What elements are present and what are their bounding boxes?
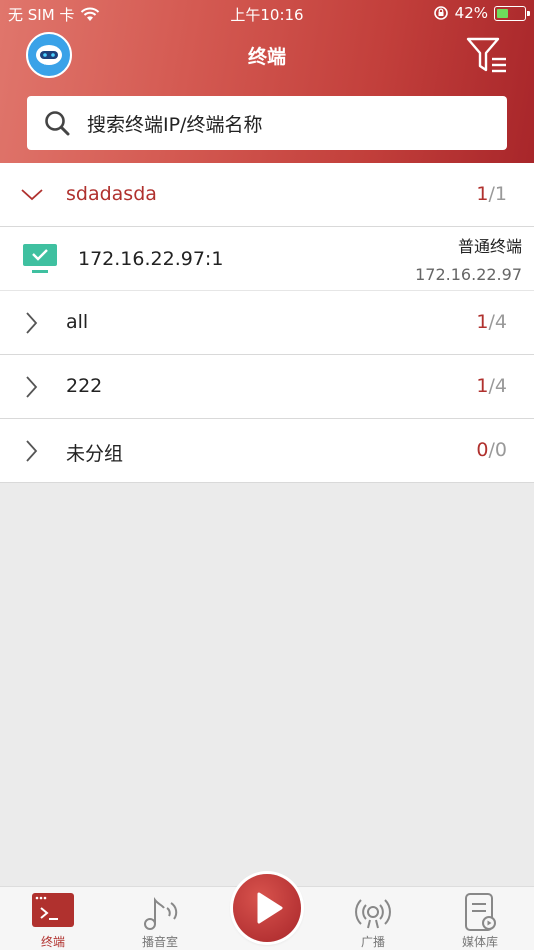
status-bar: 无 SIM 卡 上午10:16 42% (0, 0, 534, 28)
tab-studio[interactable]: 播音室 (107, 887, 213, 950)
chevron-right-icon (26, 376, 38, 398)
broadcast-icon (355, 899, 391, 929)
navigation-bar: 终端 (0, 28, 534, 82)
chevron-down-icon (21, 189, 43, 201)
chevron-right-icon (26, 440, 38, 462)
group-total-count: /4 (488, 375, 508, 397)
group-name: sdadasda (66, 183, 157, 205)
group-row-all[interactable]: all 1/4 (0, 291, 534, 355)
media-library-icon (465, 893, 496, 931)
filter-icon[interactable] (466, 36, 508, 74)
tab-label: 广播 (360, 935, 385, 949)
group-count: 1/4 (476, 375, 507, 397)
device-type: 普通终端 (457, 237, 522, 256)
tab-media-library[interactable]: 媒体库 (427, 887, 533, 950)
orientation-lock-icon (433, 6, 448, 20)
battery-icon (494, 5, 530, 21)
tab-label: 终端 (40, 935, 65, 949)
group-name: all (66, 311, 89, 333)
group-row-sdadasda[interactable]: sdadasda 1/1 (0, 163, 534, 227)
group-online-count: 1 (476, 375, 489, 397)
group-name: 222 (66, 375, 103, 397)
group-online-count: 1 (476, 311, 489, 333)
tab-label: 播音室 (141, 935, 178, 949)
monitor-icon (23, 244, 57, 273)
group-count: 1/1 (476, 183, 507, 205)
group-online-count: 1 (476, 183, 489, 205)
group-name: 未分组 (66, 443, 124, 465)
tab-label: 媒体库 (461, 935, 498, 949)
chevron-right-icon (26, 312, 38, 334)
header-background: 无 SIM 卡 上午10:16 42% 终端 搜索终端IP/终端名称 (0, 0, 534, 163)
tab-broadcast[interactable]: 广播 (320, 887, 426, 950)
group-count: 0/0 (476, 439, 507, 461)
terminal-group-list: sdadasda 1/1 172.16.22.97:1 普通终端 172.16.… (0, 163, 534, 483)
device-name: 172.16.22.97:1 (78, 248, 224, 270)
music-note-icon (144, 897, 178, 930)
group-total-count: /1 (488, 183, 508, 205)
device-row[interactable]: 172.16.22.97:1 普通终端 172.16.22.97 (0, 227, 534, 291)
play-icon (257, 892, 283, 924)
tab-terminal[interactable]: 终端 (0, 887, 106, 950)
search-bar[interactable]: 搜索终端IP/终端名称 (27, 96, 507, 150)
group-count: 1/4 (476, 311, 507, 333)
search-input[interactable]: 搜索终端IP/终端名称 (87, 110, 262, 137)
device-ip: 172.16.22.97 (415, 265, 522, 284)
battery-percent: 42% (454, 4, 488, 22)
group-row-222[interactable]: 222 1/4 (0, 355, 534, 419)
play-button[interactable] (233, 874, 301, 942)
search-icon (45, 111, 70, 136)
group-row-ungrouped[interactable]: 未分组 0/0 (0, 419, 534, 483)
group-total-count: /0 (488, 439, 508, 461)
group-online-count: 0 (476, 439, 489, 461)
terminal-icon (32, 893, 74, 927)
page-title: 终端 (247, 46, 286, 68)
group-total-count: /4 (488, 311, 508, 333)
